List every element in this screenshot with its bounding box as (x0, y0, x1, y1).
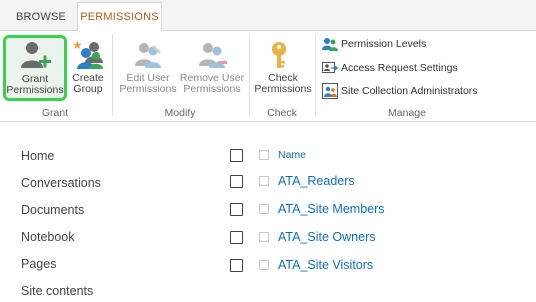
list-header-row: Name (228, 142, 528, 168)
nav-item-pages[interactable]: Pages (21, 253, 56, 275)
row-select-box[interactable] (259, 232, 269, 242)
row-select-box[interactable] (259, 204, 269, 214)
row-checkbox[interactable] (230, 175, 243, 188)
edit-user-permissions-label: Edit User Permissions (119, 72, 177, 95)
group-label-grant: Grant (41, 107, 69, 119)
ribbon-tab-bar: BROWSE PERMISSIONS (0, 0, 536, 32)
select-all-checkbox[interactable] (230, 149, 243, 162)
grant-permissions-label: Grant Permissions (6, 73, 64, 96)
access-request-icon (322, 60, 339, 76)
group-link[interactable]: ATA_Site Owners (278, 224, 376, 250)
row-select-box[interactable] (259, 260, 269, 270)
group-label-modify: Modify (164, 107, 196, 119)
nav-item-site-contents[interactable]: Site contents (21, 280, 93, 302)
nav-item-notebook[interactable]: Notebook (21, 226, 75, 248)
nav-item-home[interactable]: Home (21, 145, 54, 167)
remove-user-icon (196, 39, 228, 71)
create-group-label: Create Group (72, 72, 104, 95)
ribbon-group-modify: Edit User Permissions Remove User Permis… (113, 31, 247, 122)
group-label-manage: Manage (388, 107, 426, 119)
nav-item-conversations[interactable]: Conversations (21, 172, 101, 194)
tab-browse[interactable]: BROWSE (9, 4, 73, 31)
table-row: ATA_Site Members (228, 196, 528, 222)
header-select-box[interactable] (259, 150, 269, 160)
permission-levels-icon (322, 36, 338, 52)
grant-permissions-icon (19, 40, 51, 72)
check-permissions-label: Check Permissions (254, 72, 312, 95)
edit-user-icon (132, 39, 164, 71)
key-icon (267, 39, 299, 71)
group-link[interactable]: ATA_Readers (278, 168, 355, 194)
create-group-icon (72, 39, 104, 71)
row-checkbox[interactable] (230, 203, 243, 216)
ribbon: Grant Permissions Create Group Grant Edi… (0, 31, 536, 122)
group-label-check: Check (267, 107, 297, 119)
grant-permissions-button[interactable]: Grant Permissions (3, 35, 67, 101)
column-header-name[interactable]: Name (278, 142, 306, 168)
table-row: ATA_Site Owners (228, 224, 528, 250)
ribbon-group-manage: Permission Levels Access Request Setting… (322, 31, 492, 122)
row-select-box[interactable] (259, 176, 269, 186)
ribbon-group-grant: Grant Permissions Create Group Grant (0, 31, 110, 122)
create-group-button[interactable]: Create Group (69, 35, 107, 99)
group-link[interactable]: ATA_Site Visitors (278, 252, 373, 278)
group-link[interactable]: ATA_Site Members (278, 196, 385, 222)
table-row: ATA_Site Visitors (228, 252, 528, 278)
tab-permissions[interactable]: PERMISSIONS (77, 2, 162, 32)
check-permissions-button[interactable]: Check Permissions (253, 35, 313, 99)
remove-user-permissions-label: Remove User Permissions (179, 72, 245, 95)
table-row: ATA_Readers (228, 168, 528, 194)
remove-user-permissions-button[interactable]: Remove User Permissions (179, 35, 245, 99)
edit-user-permissions-button[interactable]: Edit User Permissions (117, 35, 179, 99)
group-divider (315, 34, 316, 116)
row-checkbox[interactable] (230, 259, 243, 272)
row-checkbox[interactable] (230, 231, 243, 244)
ribbon-group-check: Check Permissions Check (250, 31, 314, 122)
site-admins-icon (322, 83, 338, 99)
nav-item-documents[interactable]: Documents (21, 199, 84, 221)
